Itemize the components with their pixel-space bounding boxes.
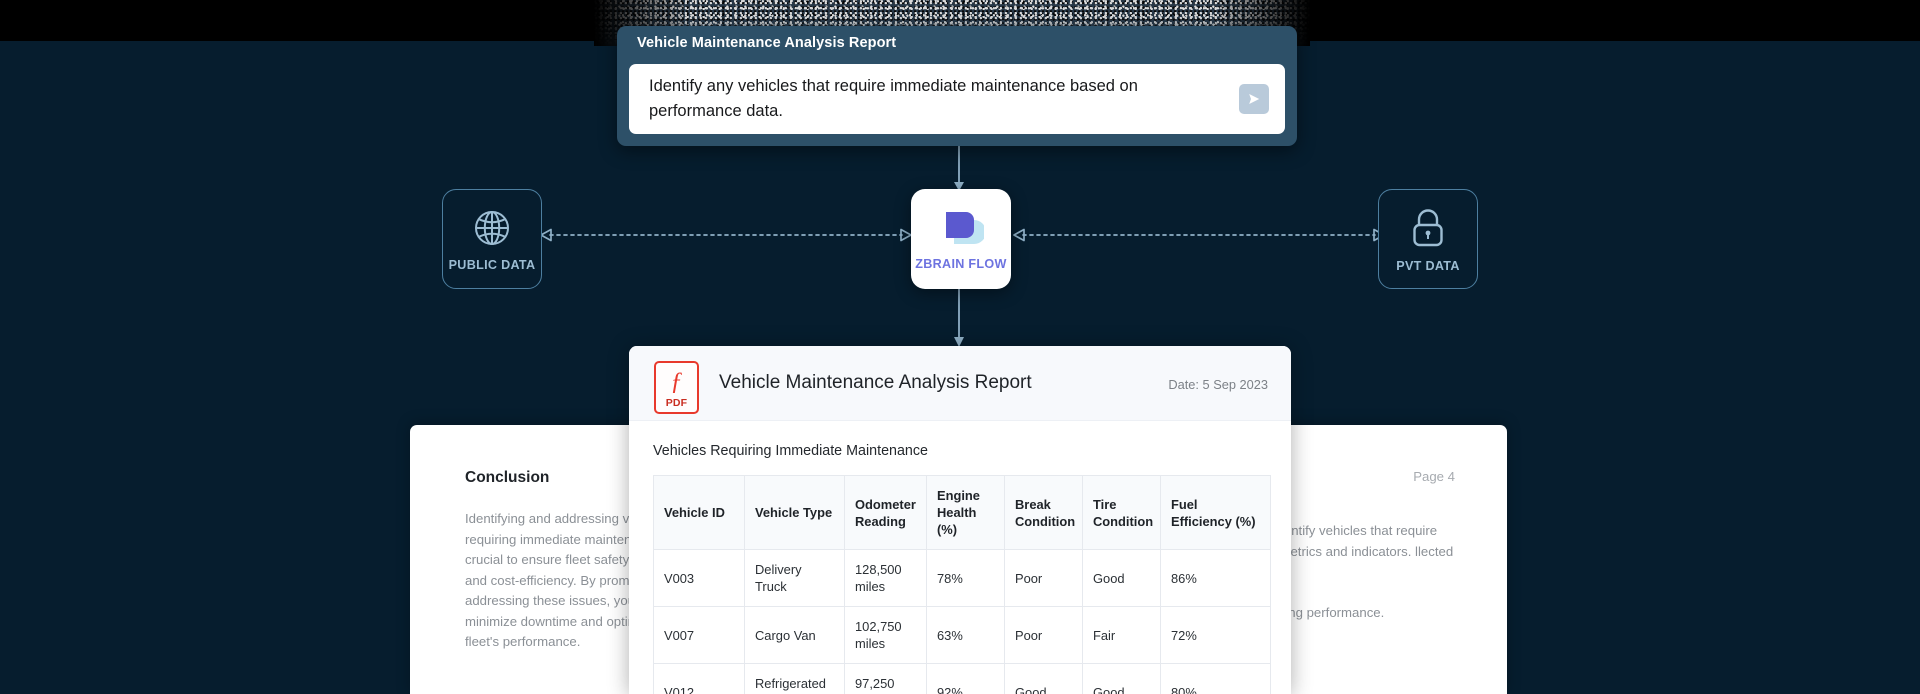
prompt-input-wrapper[interactable]: Identify any vehicles that require immed… bbox=[629, 64, 1285, 134]
table-cell: V003 bbox=[653, 549, 745, 607]
conclusion-heading: Conclusion bbox=[465, 469, 550, 486]
table-row: V007 Cargo Van 102,750 miles 63% Poor Fa… bbox=[653, 606, 1271, 664]
table-header: Vehicle ID Vehicle Type Odometer Reading… bbox=[653, 475, 1271, 550]
prompt-card-title: Vehicle Maintenance Analysis Report bbox=[637, 35, 897, 51]
send-button[interactable] bbox=[1239, 84, 1269, 114]
report-date: Date: 5 Sep 2023 bbox=[1168, 377, 1268, 392]
table-cell: 72% bbox=[1160, 606, 1271, 664]
prompt-input[interactable]: Identify any vehicles that require immed… bbox=[629, 74, 1239, 124]
table-row: V012 Refrigerated Van 97,250 miles 92% G… bbox=[653, 663, 1271, 694]
node-public-data[interactable]: PUBLIC DATA bbox=[442, 189, 542, 289]
table-cell: Poor bbox=[1004, 606, 1083, 664]
pdf-file-icon: ƒ PDF bbox=[654, 361, 699, 414]
table-cell: Poor bbox=[1004, 549, 1083, 607]
table-cell: 97,250 miles bbox=[844, 663, 927, 694]
connector-flow-to-report bbox=[950, 288, 968, 353]
table-column-header: Break Condition bbox=[1004, 475, 1083, 550]
table-header-row: Vehicle ID Vehicle Type Odometer Reading… bbox=[653, 475, 1271, 550]
table-cell: Good bbox=[1082, 663, 1161, 694]
connector-public-to-flow bbox=[540, 228, 912, 247]
table-column-header: Odometer Reading bbox=[844, 475, 927, 550]
connector-flow-to-pvt bbox=[1013, 228, 1385, 247]
pdf-badge-label: PDF bbox=[665, 397, 688, 409]
node-public-data-label: PUBLIC DATA bbox=[448, 257, 536, 272]
page-number: Page 4 bbox=[1413, 469, 1455, 484]
zbrain-logo-icon bbox=[938, 208, 984, 248]
table-cell: Refrigerated Van bbox=[744, 663, 845, 694]
table-column-header: Fuel Efficiency (%) bbox=[1160, 475, 1271, 550]
node-pvt-data-label: PVT DATA bbox=[1396, 258, 1460, 273]
table-column-header: Vehicle Type bbox=[744, 475, 845, 550]
report-header: ƒ PDF Vehicle Maintenance Analysis Repor… bbox=[629, 346, 1291, 421]
send-arrow-icon bbox=[1246, 91, 1262, 107]
table-cell: 128,500 miles bbox=[844, 549, 927, 607]
report-section-title: Vehicles Requiring Immediate Maintenance bbox=[653, 443, 928, 459]
prompt-card: Vehicle Maintenance Analysis Report Iden… bbox=[617, 26, 1297, 146]
table-column-header: Engine Health (%) bbox=[926, 475, 1005, 550]
table-cell: 86% bbox=[1160, 549, 1271, 607]
node-zbrain-flow-label: ZBRAIN FLOW bbox=[915, 256, 1007, 271]
table-cell: Delivery Truck bbox=[744, 549, 845, 607]
app-canvas: Vehicle Maintenance Analysis Report Iden… bbox=[0, 0, 1920, 694]
table-column-header: Vehicle ID bbox=[653, 475, 745, 550]
table-cell: V012 bbox=[653, 663, 745, 694]
pdf-acrobat-glyph: ƒ bbox=[670, 368, 683, 395]
table-cell: Fair bbox=[1082, 606, 1161, 664]
table-cell: 102,750 miles bbox=[844, 606, 927, 664]
table-cell: 80% bbox=[1160, 663, 1271, 694]
node-pvt-data[interactable]: PVT DATA bbox=[1378, 189, 1478, 289]
table-cell: V007 bbox=[653, 606, 745, 664]
report-title: Vehicle Maintenance Analysis Report bbox=[719, 372, 1032, 393]
table-cell: Good bbox=[1082, 549, 1161, 607]
globe-icon bbox=[471, 207, 513, 249]
table-row: V003 Delivery Truck 128,500 miles 78% Po… bbox=[653, 549, 1271, 607]
vehicle-maintenance-table: Vehicle ID Vehicle Type Odometer Reading… bbox=[653, 475, 1271, 694]
table-column-header: Tire Condition bbox=[1082, 475, 1161, 550]
table-cell: Cargo Van bbox=[744, 606, 845, 664]
lock-icon bbox=[1408, 206, 1448, 250]
report-card: ƒ PDF Vehicle Maintenance Analysis Repor… bbox=[629, 346, 1291, 694]
node-zbrain-flow[interactable]: ZBRAIN FLOW bbox=[911, 189, 1011, 289]
report-body: Vehicles Requiring Immediate Maintenance… bbox=[629, 421, 1291, 694]
table-body: V003 Delivery Truck 128,500 miles 78% Po… bbox=[653, 549, 1271, 694]
table-cell: 78% bbox=[926, 549, 1005, 607]
table-cell: Good bbox=[1004, 663, 1083, 694]
table-cell: 63% bbox=[926, 606, 1005, 664]
table-cell: 92% bbox=[926, 663, 1005, 694]
